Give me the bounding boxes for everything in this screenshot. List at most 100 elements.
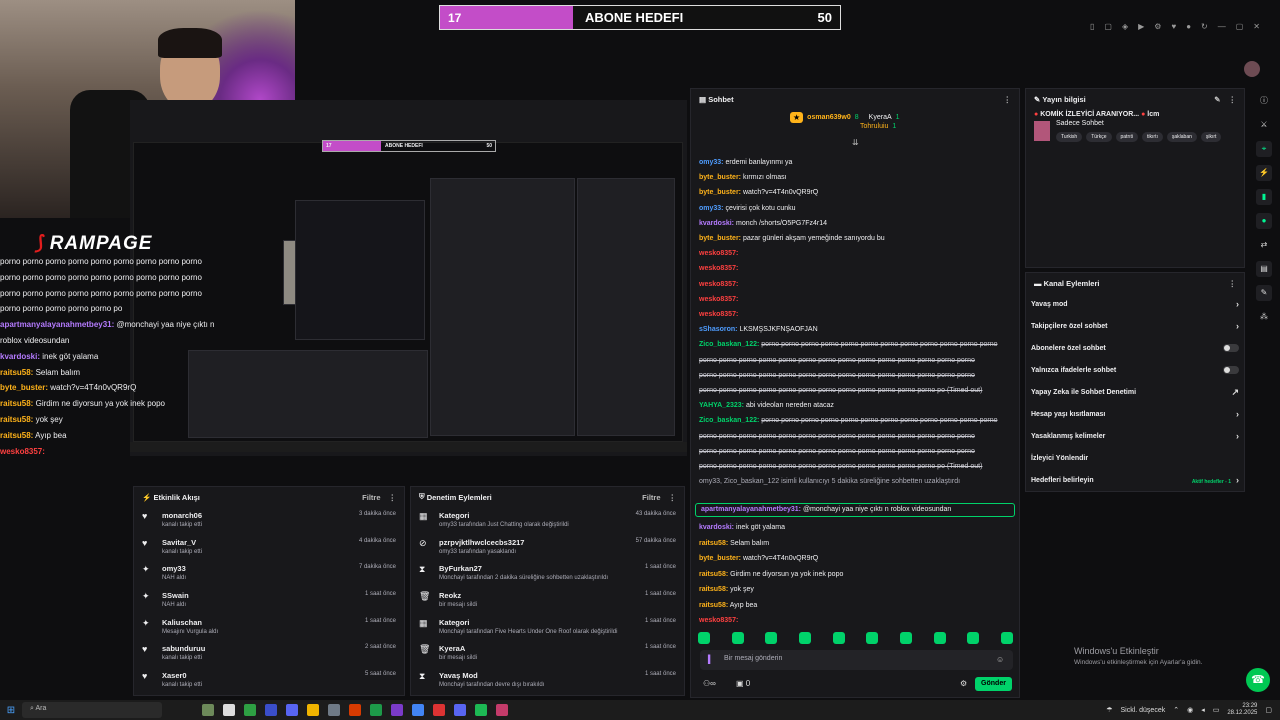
chat-username[interactable]: raitsu58: — [699, 586, 728, 593]
more-icon[interactable]: ⋮ — [1229, 95, 1237, 104]
chat-username[interactable]: kvardoski: — [699, 220, 734, 227]
edit-icon[interactable]: ✎ — [1214, 95, 1220, 104]
network-icon[interactable]: ⁂ — [1256, 309, 1272, 325]
chat-username[interactable]: YAHYA_2323: — [699, 402, 744, 409]
start-icon[interactable]: ⊞ — [0, 705, 22, 716]
maximize-icon[interactable]: ▢ — [1236, 22, 1244, 31]
play-icon[interactable]: ▶ — [1138, 22, 1144, 31]
avatar[interactable] — [1244, 61, 1260, 77]
send-button[interactable]: Gönder — [975, 677, 1012, 691]
app-icon[interactable] — [328, 704, 340, 716]
layout-icon[interactable]: ▢ — [1104, 22, 1112, 31]
mod-view-icon[interactable]: ⚔ — [1256, 117, 1272, 133]
weather-icon[interactable]: ☂ — [1106, 706, 1112, 714]
discord-icon[interactable] — [454, 704, 466, 716]
feed-item[interactable]: ▦ Kategori Monchayi tarafından Five Hearts… — [411, 614, 684, 641]
emote-icon[interactable] — [1000, 632, 1013, 644]
channel-action-row[interactable]: Yalnızca ifadelerle sohbet — [1026, 359, 1244, 381]
weather-text[interactable]: Sickl. düşecek — [1120, 707, 1165, 714]
feed-item[interactable]: ✦ Kaliuschan Mesajını Vurgula aldı 1 saat ö… — [134, 614, 404, 641]
feed-item-name[interactable]: pzrpvjktlhwclcecbs3217 — [439, 538, 636, 547]
minimize-icon[interactable]: — — [1218, 22, 1226, 31]
top-user-1[interactable]: osman639w0 — [807, 114, 851, 121]
chat-username[interactable]: wesko8357: — [699, 265, 738, 272]
chrome-icon[interactable] — [244, 704, 256, 716]
feed-item-name[interactable]: Kategori — [439, 511, 636, 520]
battery-icon[interactable]: ▭ — [1213, 706, 1220, 714]
feed-item-name[interactable]: SSwain — [162, 591, 365, 600]
filter-button[interactable]: Filtre — [362, 493, 380, 502]
emote-icon[interactable] — [899, 632, 912, 644]
channel-action-control[interactable]: › — [1236, 431, 1239, 441]
chat-username[interactable]: wesko8357: — [699, 250, 738, 257]
channel-action-row[interactable]: Hedefleri belirleyin Aktif hedefler - 1 › — [1026, 469, 1244, 491]
channel-action-control[interactable] — [1223, 344, 1239, 352]
feed-item-name[interactable]: omy33 — [162, 564, 359, 573]
feed-item[interactable]: ▦ Kategori omy33 tarafından Just Chatting … — [411, 507, 684, 534]
feed-item-name[interactable]: Savitar_V — [162, 538, 359, 547]
feed-item[interactable]: ♥ Xaser0 kanalı takip etti 5 saat önce — [134, 667, 404, 694]
channel-action-row[interactable]: Yavaş mod › — [1026, 293, 1244, 315]
channel-action-control[interactable]: Aktif hedefler - 1 › — [1192, 475, 1239, 485]
channel-action-row[interactable]: Yapay Zeka ile Sohbet Denetimi ↗ — [1026, 381, 1244, 403]
photoshop-icon[interactable] — [286, 704, 298, 716]
chat-username[interactable]: wesko8357: — [699, 281, 738, 288]
close-icon[interactable]: ✕ — [1253, 22, 1260, 31]
more-icon[interactable]: ⋮ — [389, 493, 397, 502]
highlight-user[interactable]: apartmanyalayanahmetbey31: — [701, 506, 801, 513]
feed-item[interactable]: ⊘ pzrpvjktlhwclcecbs3217 omy33 tarafından … — [411, 534, 684, 561]
feed-item[interactable]: ✦ omy33 NAH aldı 7 dakika önce — [134, 560, 404, 587]
app-icon[interactable] — [265, 704, 277, 716]
chat-settings-icon[interactable]: ⚙ — [960, 679, 967, 688]
channel-action-row[interactable]: Yasaklanmış kelimeler › — [1026, 425, 1244, 447]
emote-icon[interactable] — [698, 632, 710, 644]
channel-action-control[interactable]: ↗ — [1231, 387, 1239, 398]
chat-username[interactable]: raitsu58: — [699, 602, 728, 609]
chat-username[interactable]: wesko8357: — [699, 296, 738, 303]
chat-username[interactable]: sShasoron: — [699, 326, 738, 333]
support-chat-button[interactable]: ☎ — [1246, 668, 1270, 692]
feed-item[interactable]: ♥ Savitar_V kanalı takip etti 4 dakika önce — [134, 534, 404, 561]
feed-item[interactable]: 🗑 KyeraA bir mesajı sildi 1 saat önce — [411, 640, 684, 667]
excel-icon[interactable] — [370, 704, 382, 716]
chat-username[interactable]: kvardoski: — [699, 524, 734, 531]
wifi-icon[interactable]: ◉ — [1187, 706, 1193, 714]
premiere-icon[interactable] — [391, 704, 403, 716]
pin-icon[interactable]: ⇊ — [852, 138, 859, 147]
channel-action-row[interactable]: Takipçilere özel sohbet › — [1026, 315, 1244, 337]
channel-action-control[interactable] — [1223, 366, 1239, 374]
toggle-switch[interactable] — [1223, 344, 1239, 352]
more-icon[interactable]: ⋮ — [1004, 95, 1012, 104]
feed-item[interactable]: ⧗ Yavaş Mod Monchayi tarafından devre dışı… — [411, 667, 684, 694]
chat-username[interactable]: raitsu58: — [699, 571, 728, 578]
stream-tag[interactable]: şikırt — [1200, 132, 1222, 142]
emote-icon[interactable] — [731, 632, 744, 644]
chrome-icon[interactable] — [412, 704, 424, 716]
info-icon[interactable]: ⓘ — [1256, 93, 1272, 109]
feed-item-name[interactable]: sabunduruu — [162, 644, 365, 653]
chat-username[interactable]: omy33: — [699, 159, 724, 166]
users-icon[interactable]: ⚇∞ — [703, 679, 716, 688]
more-icon[interactable]: ⋮ — [1229, 279, 1237, 288]
feed-item-name[interactable]: Xaser0 — [162, 671, 365, 680]
target-icon[interactable]: ⌖ — [1256, 141, 1272, 157]
heart-icon[interactable]: ♥ — [1171, 22, 1176, 31]
chat-username[interactable]: wesko8357: — [699, 311, 738, 318]
emote-icon[interactable] — [967, 632, 980, 644]
toggle-switch[interactable] — [1223, 366, 1239, 374]
settings-icon[interactable]: ⚙ — [1154, 22, 1161, 31]
chat-username[interactable]: Zico_baskan_122: — [699, 341, 759, 348]
top-user-2[interactable]: KyeraA — [869, 114, 892, 121]
opera-icon[interactable] — [349, 704, 361, 716]
points-display[interactable]: ▣ 0 — [736, 679, 750, 688]
stream-tag[interactable]: Türkçe — [1086, 132, 1112, 142]
feed-item[interactable]: ✦ SSwain NAH aldı 1 saat önce — [134, 587, 404, 614]
channel-action-control[interactable]: › — [1236, 321, 1239, 331]
notification-icon[interactable]: ▢ — [1265, 706, 1272, 714]
feed-item-name[interactable]: ByFurkan27 — [439, 564, 645, 573]
chat-input[interactable]: Bir mesaj gönderin — [700, 650, 1013, 670]
widget-icon[interactable] — [202, 704, 214, 716]
feed-item[interactable]: 🗑 Reokz bir mesajı sildi 1 saat önce — [411, 587, 684, 614]
task-view-icon[interactable] — [223, 704, 235, 716]
popout-icon[interactable]: ▯ — [1090, 22, 1094, 31]
